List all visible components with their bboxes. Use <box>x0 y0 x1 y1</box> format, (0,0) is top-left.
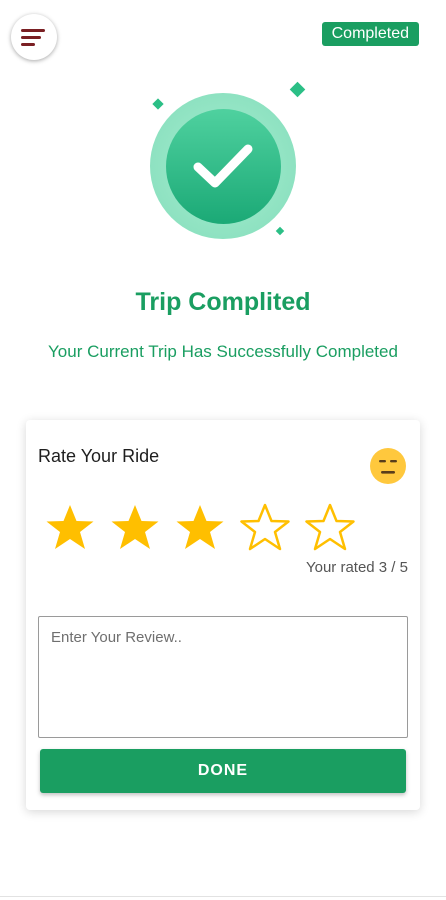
bottom-divider <box>0 896 446 897</box>
trip-complete-illustration <box>146 78 316 248</box>
star-filled-icon[interactable] <box>174 502 226 554</box>
rate-ride-label: Rate Your Ride <box>38 446 160 466</box>
menu-button[interactable] <box>11 14 57 60</box>
page-title: Trip Complited <box>135 288 311 316</box>
star-filled-icon[interactable] <box>44 502 96 554</box>
status-badge: Completed <box>321 22 419 46</box>
star-empty-icon[interactable] <box>304 502 356 554</box>
rating-card: Rate Your Ride Your rated 3 / 5 DONE <box>26 420 420 810</box>
sparkle-icon <box>152 98 164 110</box>
hamburger-menu-icon <box>21 29 45 46</box>
review-input[interactable] <box>38 616 408 738</box>
star-filled-icon[interactable] <box>109 502 161 554</box>
neutral-face-emoji-icon <box>370 448 406 484</box>
check-circle-inner <box>165 108 281 224</box>
sparkle-icon <box>275 226 285 236</box>
star-rating <box>44 502 356 554</box>
check-circle-outer <box>150 93 296 239</box>
done-button[interactable]: DONE <box>40 749 406 793</box>
check-icon <box>193 144 253 188</box>
rating-summary: Your rated 3 / 5 <box>305 559 408 576</box>
page-subtitle: Your Current Trip Has Successfully Compl… <box>48 342 398 361</box>
star-empty-icon[interactable] <box>239 502 291 554</box>
sparkle-icon <box>289 81 306 98</box>
